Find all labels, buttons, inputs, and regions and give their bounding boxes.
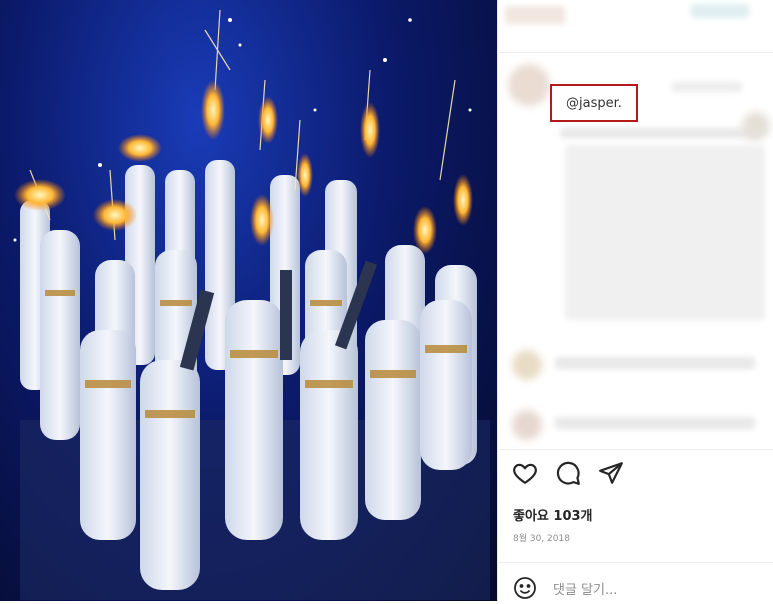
blurred-username [672,82,742,92]
blurred-comment-avatar-2 [512,410,542,440]
blurred-comment-avatar-1 [512,350,542,380]
post-date: 8월 30, 2018 [513,534,570,544]
share-icon[interactable] [598,460,624,486]
blurred-comment-2 [555,417,755,429]
blurred-comment-1 [555,357,755,369]
blurred-commenter-avatar [742,112,770,140]
comment-box: 댓글 달기... [513,576,617,600]
actions-divider [497,449,773,450]
emoji-icon[interactable] [513,576,537,600]
blurred-caption [560,128,760,138]
comment-input[interactable]: 댓글 달기... [553,579,617,598]
post-photo [0,0,497,601]
comment-divider [497,562,773,563]
comment-icon[interactable] [555,460,581,486]
blurred-avatar [508,64,550,106]
mention-text[interactable]: @jasper. [566,96,622,111]
champagne-bottles-photo [13,9,490,600]
mention-highlight[interactable]: @jasper. [550,84,638,122]
heart-icon[interactable] [512,460,538,486]
blurred-caption-block [565,145,765,320]
header-divider [497,52,773,53]
blurred-header-button [690,4,750,18]
likes-count[interactable]: 좋아요 103개 [513,505,593,524]
blurred-header [505,6,565,24]
